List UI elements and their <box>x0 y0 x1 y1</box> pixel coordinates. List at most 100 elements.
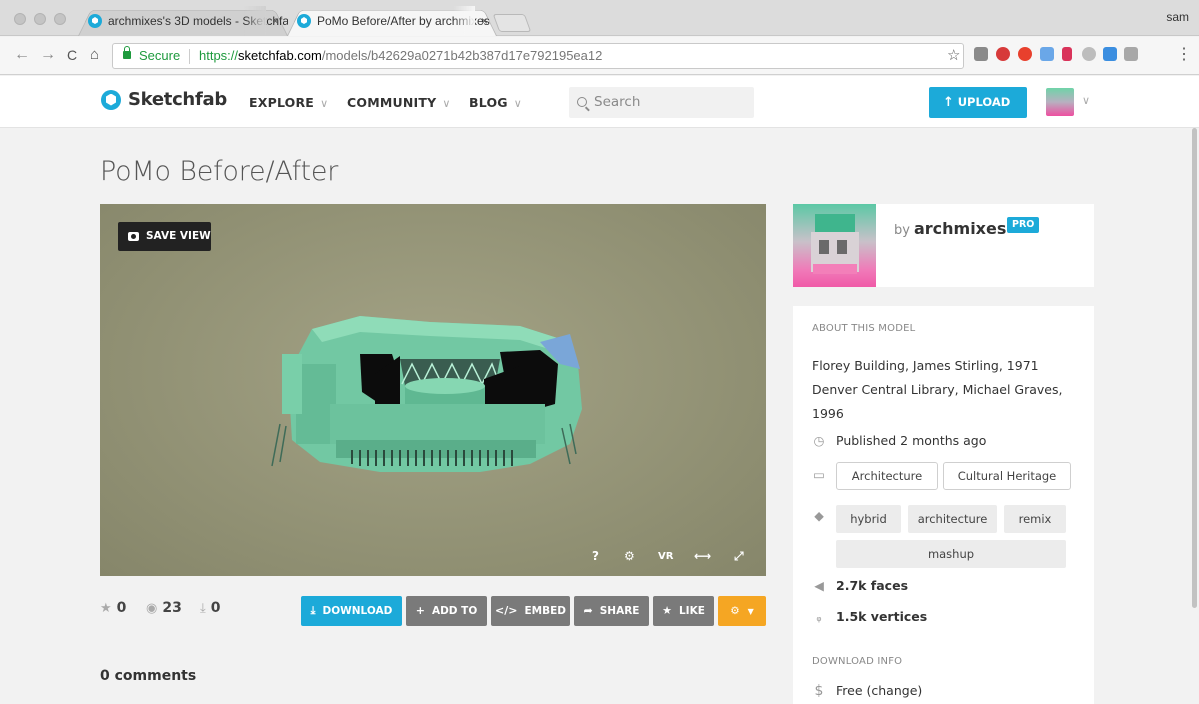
model-viewer[interactable]: SAVE VIEW ? ⚙ VR ⟷ ⤢ <box>100 204 766 576</box>
like-label: LIKE <box>678 605 705 617</box>
download-label: DOWNLOAD <box>322 605 393 617</box>
forward-icon[interactable]: → <box>40 46 56 64</box>
settings-gear-icon[interactable]: ⚙ <box>624 549 635 563</box>
save-view-button[interactable]: SAVE VIEW <box>118 222 211 251</box>
category-architecture[interactable]: Architecture <box>836 462 938 490</box>
by-label: by <box>894 223 910 238</box>
help-icon[interactable]: ? <box>592 549 599 563</box>
tag-remix[interactable]: remix <box>1004 505 1066 533</box>
site-header: Sketchfab EXPLORE ∨ COMMUNITY ∨ BLOG ∨ Sear… <box>0 76 1199 128</box>
window-controls[interactable] <box>14 13 66 25</box>
minimize-window-icon[interactable] <box>34 13 46 25</box>
sketchfab-favicon-icon <box>297 14 311 28</box>
tag-hybrid[interactable]: hybrid <box>836 505 901 533</box>
menu-label: BLOG <box>469 95 508 110</box>
add-to-label: ADD TO <box>431 605 478 617</box>
scrollbar-thumb[interactable] <box>1192 128 1197 608</box>
embed-label: EMBED <box>524 605 566 617</box>
home-icon[interactable]: ⌂ <box>90 46 99 63</box>
sketchfab-favicon-icon <box>88 14 102 28</box>
page-title: PoMo Before/After <box>100 156 339 187</box>
pro-badge: PRO <box>1007 217 1040 233</box>
bars-icon[interactable] <box>1062 47 1072 61</box>
download-info-heading: DOWNLOAD INFO <box>812 656 903 667</box>
sketchfab-logo[interactable]: Sketchfab <box>101 89 227 110</box>
view-count: ◉ 23 <box>146 600 182 616</box>
zoom-window-icon[interactable] <box>54 13 66 25</box>
menu-blog[interactable]: BLOG ∨ <box>469 95 522 110</box>
menu-label: COMMUNITY <box>347 95 437 110</box>
triangle-icon: ◀ <box>814 578 824 593</box>
category-cultural-heritage[interactable]: Cultural Heritage <box>943 462 1071 490</box>
folder-icon: ▭ <box>813 467 825 482</box>
new-tab-button[interactable] <box>492 14 532 32</box>
options-dropdown-button[interactable]: ⚙ ▼ <box>718 596 766 626</box>
camera-icon[interactable] <box>1124 47 1138 61</box>
camera-icon <box>128 232 139 241</box>
published-text: Published 2 months ago <box>836 433 987 448</box>
download-button[interactable]: ⤓ DOWNLOAD <box>301 596 402 626</box>
reload-icon[interactable]: C <box>67 47 77 63</box>
view-count-value: 23 <box>162 600 182 616</box>
menu-community[interactable]: COMMUNITY ∨ <box>347 95 451 110</box>
author-card: by archmixes PRO <box>793 204 1094 287</box>
browser-user-name[interactable]: sam <box>1166 10 1189 24</box>
share-button[interactable]: ➦ SHARE <box>574 596 649 626</box>
like-button[interactable]: ★ LIKE <box>653 596 714 626</box>
upload-button[interactable]: ↑ UPLOAD <box>929 87 1027 118</box>
model-render <box>271 316 582 472</box>
back-icon[interactable]: ← <box>14 46 30 64</box>
embed-button[interactable]: </> EMBED <box>491 596 570 626</box>
close-tab-icon[interactable]: × <box>481 6 488 36</box>
browser-toolbar: ← → C ⌂ Secure https://sketchfab.com/mod… <box>0 37 1199 75</box>
cloud-icon[interactable] <box>1082 47 1096 61</box>
browser-tab-model[interactable]: PoMo Before/After by archmixes × <box>287 6 497 36</box>
embed-size-icon[interactable]: ⟷ <box>694 549 711 563</box>
close-tab-icon[interactable]: × <box>272 6 279 36</box>
menu-explore[interactable]: EXPLORE ∨ <box>249 95 328 110</box>
pinterest-icon[interactable] <box>996 47 1010 61</box>
model-thumbnail[interactable] <box>793 204 876 287</box>
tag-icon: ◆ <box>814 508 824 523</box>
tag-architecture[interactable]: architecture <box>908 505 997 533</box>
gear-icon: ⚙ <box>730 605 740 617</box>
page-scrollbar[interactable] <box>1190 128 1199 704</box>
price-text: Free (change) <box>836 683 922 698</box>
secure-label: Secure <box>139 48 181 63</box>
vr-headset-icon[interactable]: VR <box>658 551 673 562</box>
pen-icon[interactable] <box>1103 47 1117 61</box>
author-name-link[interactable]: archmixes <box>914 219 1006 238</box>
code-icon: </> <box>495 604 518 617</box>
url-text: https://sketchfab.com/models/b42629a0271… <box>199 44 602 68</box>
tag-mashup[interactable]: mashup <box>836 540 1066 568</box>
menu-kebab-icon[interactable]: ⋮ <box>1176 44 1192 64</box>
model-description: Florey Building, James Stirling, 1971 De… <box>812 358 1063 421</box>
comments-heading: 0 comments <box>100 668 197 684</box>
fullscreen-icon[interactable]: ⤢ <box>734 549 744 564</box>
search-placeholder: Search <box>594 94 641 110</box>
share-arrow-icon: ➦ <box>583 604 593 617</box>
clock-icon: ◷ <box>813 433 825 448</box>
search-icon <box>577 97 587 107</box>
download-count: ⤓ 0 <box>200 600 221 616</box>
url-scheme: https:// <box>199 48 239 63</box>
browser-tab-profile[interactable]: archmixes's 3D models - Sketchfab × <box>78 6 288 36</box>
user-avatar[interactable] <box>1046 88 1074 116</box>
chevron-down-icon: ∨ <box>513 97 522 110</box>
opera-icon[interactable] <box>1018 47 1032 61</box>
address-bar[interactable]: Secure https://sketchfab.com/models/b426… <box>112 43 964 69</box>
add-to-button[interactable]: + ADD TO <box>406 596 487 626</box>
bookmark-star-icon[interactable]: ☆ <box>947 44 960 68</box>
document-icon[interactable] <box>1040 47 1054 61</box>
author-byline: by archmixes <box>894 219 1006 238</box>
vertices-text: 1.5k vertices <box>836 609 928 624</box>
menu-label: EXPLORE <box>249 95 315 110</box>
about-heading: ABOUT THIS MODEL <box>812 323 916 334</box>
extension-icon[interactable] <box>974 47 988 61</box>
logo-text: Sketchfab <box>128 89 227 110</box>
chevron-down-icon[interactable]: ∨ <box>1082 94 1090 107</box>
close-window-icon[interactable] <box>14 13 26 25</box>
search-input[interactable]: Search <box>569 87 754 118</box>
share-label: SHARE <box>599 605 640 617</box>
change-price-link[interactable]: (change) <box>867 683 923 698</box>
